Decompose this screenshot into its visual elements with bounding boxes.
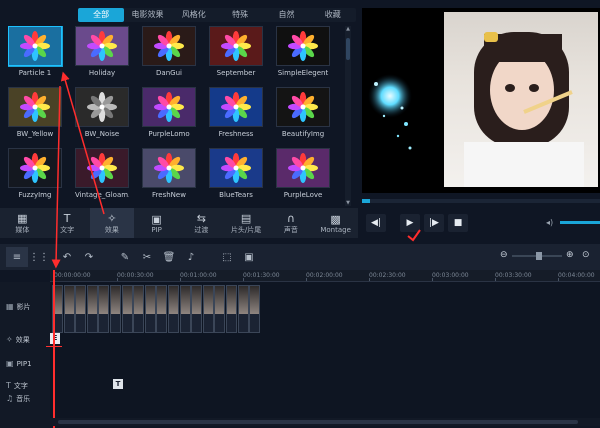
annotation-arrows bbox=[51, 71, 421, 269]
video-editor-window: 全部 电影效果 风格化 特殊 自然 收藏 Particle 1 Holiday Da… bbox=[0, 0, 600, 428]
